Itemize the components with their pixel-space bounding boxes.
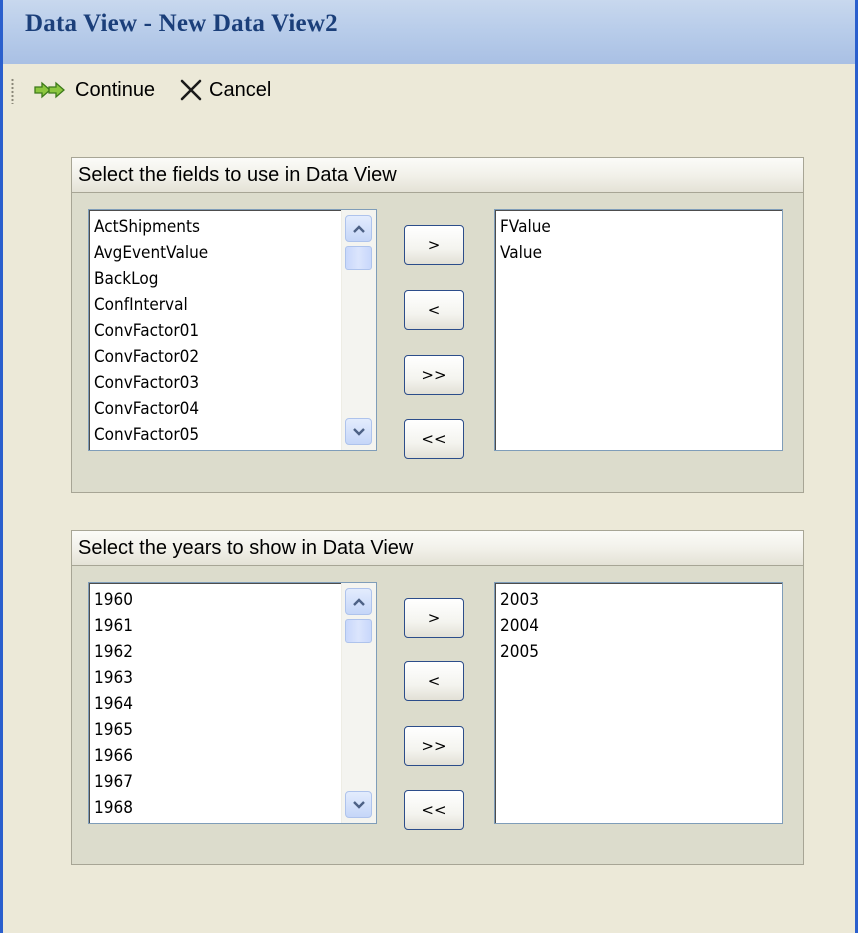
vertical-scrollbar[interactable]	[341, 210, 376, 450]
years-group: Select the years to show in Data View 19…	[71, 530, 804, 865]
list-item[interactable]: ConvFactor02	[94, 344, 348, 370]
scroll-up-button[interactable]	[345, 215, 372, 242]
available-fields-listbox[interactable]: ActShipments AvgEventValue BackLog ConfI…	[88, 209, 377, 451]
selected-years-listbox[interactable]: 2003 2004 2005	[494, 582, 783, 824]
data-view-window: Data View - New Data View2 Continue Canc…	[0, 0, 858, 933]
cancel-button[interactable]: Cancel	[179, 74, 271, 106]
toolbar: Continue Cancel	[3, 64, 855, 114]
list-item[interactable]: 1960	[94, 587, 348, 613]
close-x-icon	[179, 78, 203, 102]
double-arrow-right-icon	[33, 80, 69, 100]
list-item[interactable]: ConvFactor04	[94, 396, 348, 422]
list-item[interactable]: 1961	[94, 613, 348, 639]
list-item[interactable]: ConvFactor03	[94, 370, 348, 396]
selected-fields-listbox[interactable]: FValue Value	[494, 209, 783, 451]
chevron-down-icon	[352, 800, 365, 809]
list-item[interactable]: ConfInterval	[94, 292, 348, 318]
list-item[interactable]: 2003	[500, 587, 754, 613]
remove-all-years-button[interactable]: <<	[404, 790, 464, 830]
scroll-down-button[interactable]	[345, 418, 372, 445]
window-title: Data View - New Data View2	[25, 10, 338, 37]
remove-all-fields-button[interactable]: <<	[404, 419, 464, 459]
remove-year-button[interactable]: <	[404, 661, 464, 701]
list-item[interactable]: 1964	[94, 691, 348, 717]
list-item[interactable]: FValue	[500, 214, 754, 240]
chevron-down-icon	[352, 427, 365, 436]
available-years-listbox[interactable]: 1960 1961 1962 1963 1964 1965 1966 1967 …	[88, 582, 377, 824]
list-item[interactable]: 1962	[94, 639, 348, 665]
add-all-fields-button[interactable]: >>	[404, 355, 464, 395]
list-item[interactable]: ConvFactor05	[94, 422, 348, 448]
title-bar: Data View - New Data View2	[3, 0, 855, 65]
list-item[interactable]: AvgEventValue	[94, 240, 348, 266]
fields-group-header: Select the fields to use in Data View	[72, 158, 803, 193]
list-item[interactable]: 1966	[94, 743, 348, 769]
list-item[interactable]: 2005	[500, 639, 754, 665]
list-item[interactable]: Value	[500, 240, 754, 266]
vertical-scrollbar[interactable]	[341, 583, 376, 823]
list-item[interactable]: 2004	[500, 613, 754, 639]
remove-field-button[interactable]: <	[404, 290, 464, 330]
add-year-button[interactable]: >	[404, 598, 464, 638]
cancel-label: Cancel	[209, 78, 272, 101]
scrollbar-thumb[interactable]	[345, 246, 372, 270]
scroll-up-button[interactable]	[345, 588, 372, 615]
toolbar-grip-handle[interactable]	[11, 78, 14, 104]
list-item[interactable]: ActShipments	[94, 214, 348, 240]
scrollbar-thumb[interactable]	[345, 619, 372, 643]
list-item[interactable]: BackLog	[94, 266, 348, 292]
list-item[interactable]: 1963	[94, 665, 348, 691]
scroll-down-button[interactable]	[345, 791, 372, 818]
list-item[interactable]: 1967	[94, 769, 348, 795]
chevron-up-icon	[352, 224, 365, 233]
years-group-header: Select the years to show in Data View	[72, 531, 803, 566]
list-item[interactable]: 1965	[94, 717, 348, 743]
continue-label: Continue	[75, 78, 156, 101]
fields-group: Select the fields to use in Data View Ac…	[71, 157, 804, 493]
continue-button[interactable]: Continue	[33, 74, 155, 106]
chevron-up-icon	[352, 597, 365, 606]
add-field-button[interactable]: >	[404, 225, 464, 265]
add-all-years-button[interactable]: >>	[404, 726, 464, 766]
list-item[interactable]: 1968	[94, 795, 348, 821]
list-item[interactable]: ConvFactor01	[94, 318, 348, 344]
